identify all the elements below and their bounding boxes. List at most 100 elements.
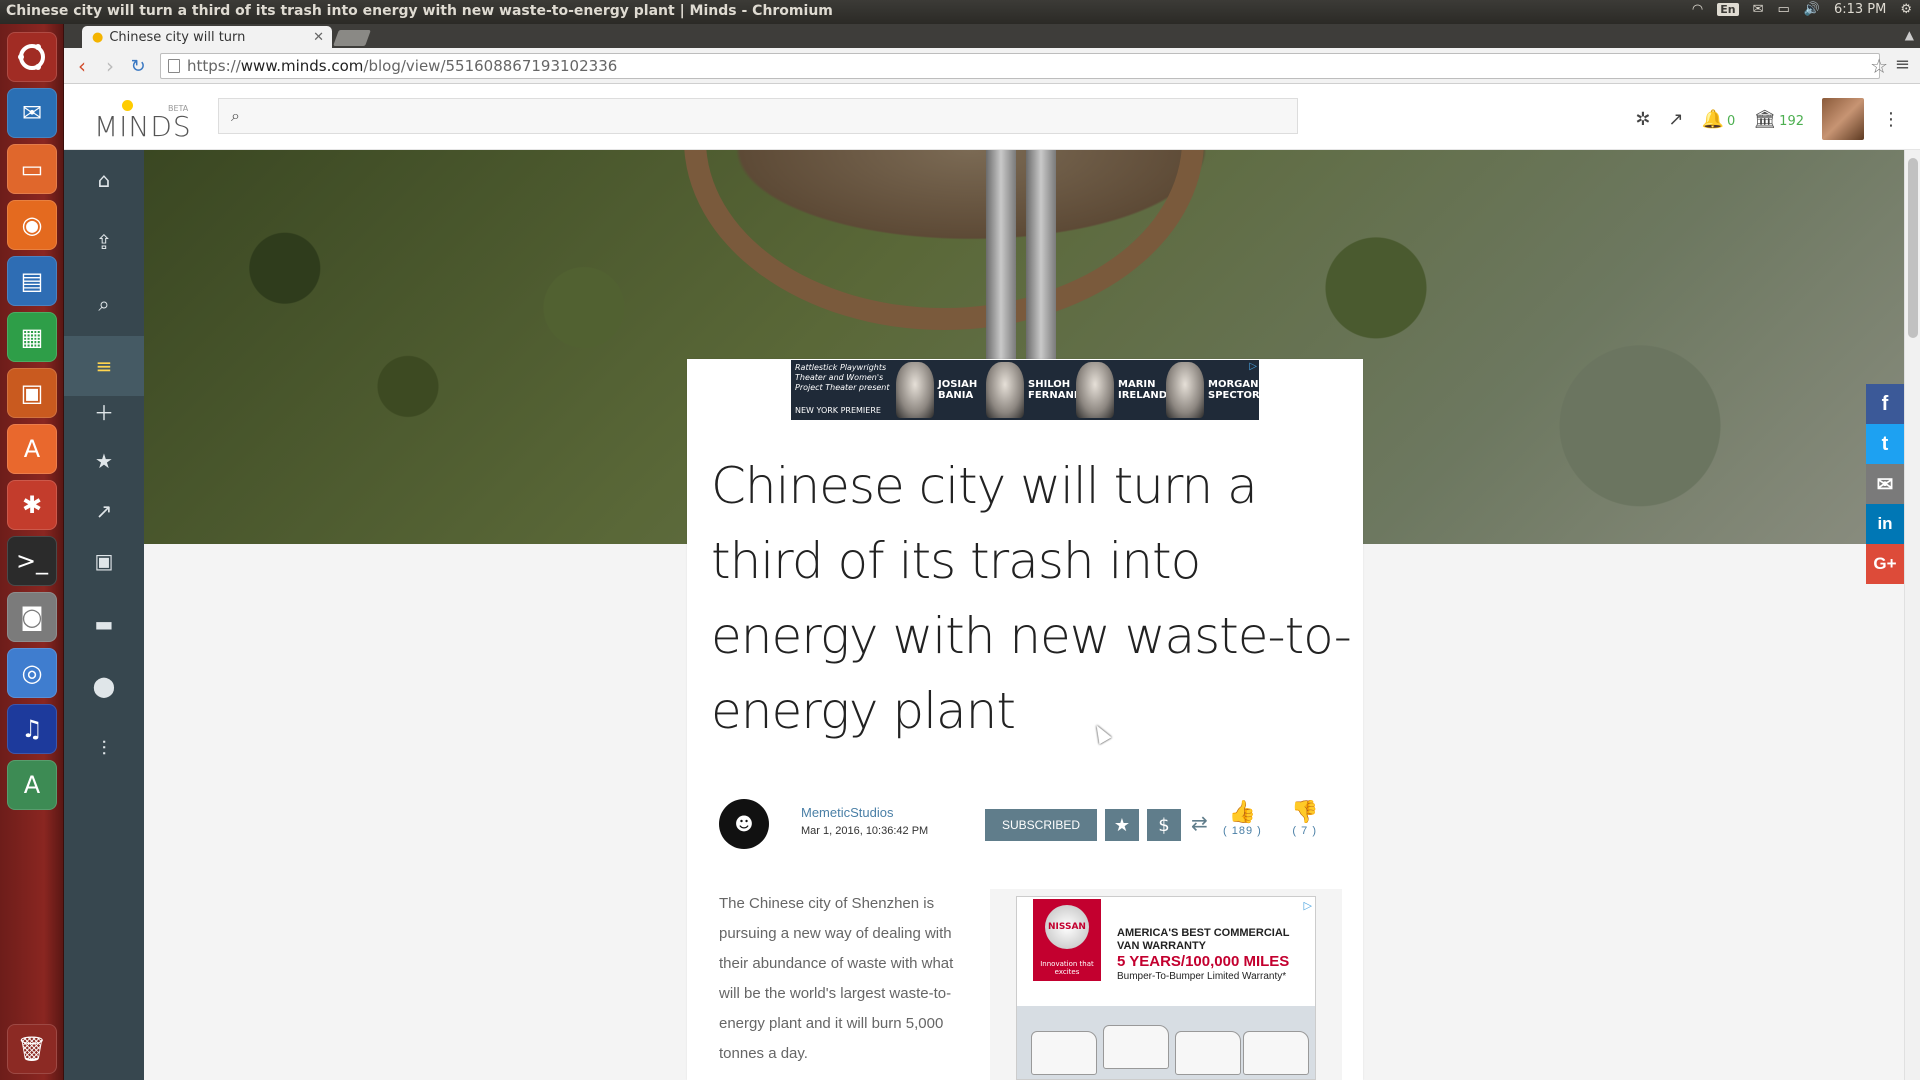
thumbs-up-button[interactable]: 👍 ( 189 ) <box>1223 799 1262 837</box>
star-icon: ★ <box>1113 814 1131 836</box>
subscribed-button[interactable]: SUBSCRIBED <box>985 809 1097 841</box>
more-vertical-icon[interactable]: ⋮ <box>1882 109 1900 130</box>
clock[interactable]: 6:13 PM <box>1834 2 1886 17</box>
ubuntu-logo-icon[interactable] <box>7 32 57 82</box>
settings-wrench-icon[interactable]: ✱ <box>7 480 57 530</box>
linkedin-share-button[interactable]: in <box>1866 504 1904 544</box>
trash-icon[interactable]: 🗑 <box>7 1024 57 1074</box>
keyboard-layout[interactable]: En <box>1717 3 1739 16</box>
remind-icon[interactable]: ⇄ <box>1191 811 1208 835</box>
system-tray: ◠ En ✉ ▭ 🔊 6:13 PM ⚙ <box>1692 2 1912 17</box>
featured-star-icon[interactable]: ★ <box>64 436 144 486</box>
scrollbar-thumb[interactable] <box>1908 158 1918 338</box>
bookmark-star-icon[interactable]: ☆ <box>1870 54 1888 78</box>
trending-sidebar-icon[interactable]: ↗ <box>64 486 144 536</box>
nissan-ad[interactable]: NISSAN Innovation that excites AMERICA'S… <box>1016 896 1316 1080</box>
create-plus-icon[interactable]: ＋ <box>64 386 144 436</box>
facebook-share-button[interactable]: f <box>1866 384 1904 424</box>
adchoices-icon[interactable]: ▷ <box>1249 361 1257 372</box>
page-scrollbar[interactable] <box>1904 150 1920 1080</box>
chromium-icon[interactable]: ◎ <box>7 648 57 698</box>
system-top-panel: Chinese city will turn a third of its tr… <box>0 0 1920 24</box>
top-banner-ad[interactable]: Rattlestick Playwrights Theater and Wome… <box>791 360 1259 420</box>
ad-line-3: Bumper-To-Bumper Limited Warranty* <box>1117 971 1287 982</box>
van-image <box>1243 1031 1309 1075</box>
header-actions: ✲ ↗ 🔔 0 🏛 192 ⋮ <box>1635 98 1900 140</box>
mail-icon[interactable]: ✉ <box>1753 2 1764 17</box>
bank-icon: 🏛 <box>1753 108 1777 130</box>
author-name[interactable]: MemeticStudios <box>801 805 893 820</box>
session-gear-icon[interactable]: ⚙ <box>1900 2 1912 17</box>
twitter-share-button[interactable]: t <box>1866 424 1904 464</box>
logo-beta: BETA <box>168 104 189 113</box>
minds-header: MINDS BETA ⌕ ✲ ↗ 🔔 0 🏛 192 ⋮ <box>64 84 1920 150</box>
messenger-icon[interactable]: ▬ <box>64 594 144 654</box>
ad-presenter-text: Rattlestick Playwrights Theater and Wome… <box>795 363 890 392</box>
writer-icon[interactable]: ▤ <box>7 256 57 306</box>
thumbs-down-icon: 👎 <box>1291 799 1319 824</box>
nissan-logo: NISSAN Innovation that excites <box>1033 899 1101 981</box>
wallet-button[interactable]: 🏛 192 <box>1753 109 1804 130</box>
address-bar[interactable]: https://www.minds.com/blog/view/55160886… <box>160 53 1880 79</box>
back-icon[interactable]: ‹ <box>70 54 94 78</box>
search-box[interactable]: ⌕ <box>218 98 1298 134</box>
url-scheme: https:// <box>187 57 241 75</box>
search-sidebar-icon[interactable]: ⌕ <box>64 274 144 334</box>
terminal-icon[interactable]: >_ <box>7 536 57 586</box>
logo-text: MINDS <box>94 110 192 143</box>
wifi-icon[interactable]: ◠ <box>1692 2 1703 17</box>
channels-icon[interactable]: ⬤ <box>64 656 144 716</box>
volume-icon[interactable]: 🔊 <box>1804 2 1820 17</box>
actor-photo <box>896 362 934 418</box>
browser-menu-icon[interactable]: ≡ <box>1895 54 1910 75</box>
bell-icon: 🔔 <box>1701 108 1725 130</box>
trending-icon[interactable]: ↗ <box>1669 109 1684 130</box>
software-updater-icon[interactable]: A <box>7 760 57 810</box>
dollar-icon: $ <box>1158 814 1170 836</box>
article-body: The Chinese city of Shenzhen is pursuing… <box>719 895 954 1062</box>
software-center-icon[interactable]: A <box>7 424 57 474</box>
minds-logo[interactable]: MINDS BETA <box>94 96 194 143</box>
feature-star-button[interactable]: ★ <box>1105 809 1139 841</box>
new-tab-button[interactable] <box>333 30 371 46</box>
actor-name: JOSIAH BANIA <box>938 379 978 401</box>
forward-icon[interactable]: › <box>98 54 122 78</box>
notifications-button[interactable]: 🔔 0 <box>1702 109 1736 130</box>
browser-tab[interactable]: ● Chinese city will turn ✕ <box>82 26 332 48</box>
googleplus-share-button[interactable]: G+ <box>1866 544 1904 584</box>
firefox-icon[interactable]: ◉ <box>7 200 57 250</box>
email-share-button[interactable]: ✉ <box>1866 464 1904 504</box>
camera-icon[interactable]: ◙ <box>7 592 57 642</box>
minds-sidebar: ⌂ ⇪ ⌕ ≡ ＋ ★ ↗ ▣ ▬ ⬤ ⫶ <box>64 150 144 1080</box>
adchoices-icon[interactable]: ▷ <box>1304 899 1312 912</box>
thunderbird-icon[interactable]: ✉ <box>7 88 57 138</box>
bug-report-icon[interactable]: ✲ <box>1635 109 1650 130</box>
thumbs-up-count: ( 189 ) <box>1223 825 1262 837</box>
thumbs-down-button[interactable]: 👎 ( 7 ) <box>1291 799 1318 837</box>
groups-icon[interactable]: ▣ <box>64 536 144 586</box>
tab-title: Chinese city will turn <box>109 29 246 45</box>
wire-button[interactable]: $ <box>1147 809 1181 841</box>
actor-photo <box>986 362 1024 418</box>
plant-roof <box>684 150 1204 330</box>
url-host: www.minds.com <box>240 57 364 75</box>
calc-icon[interactable]: ▦ <box>7 312 57 362</box>
window-restore-icon[interactable]: ▲ <box>1905 28 1914 42</box>
author-avatar[interactable]: ☻ <box>719 799 769 849</box>
user-avatar[interactable] <box>1822 98 1864 140</box>
settings-sliders-icon[interactable]: ⫶ <box>64 718 144 778</box>
tab-close-icon[interactable]: ✕ <box>313 30 324 45</box>
files-icon[interactable]: ▭ <box>7 144 57 194</box>
ad-line-2: 5 YEARS/100,000 MILES <box>1117 953 1290 970</box>
thumbs-up-icon: 👍 <box>1228 799 1257 824</box>
search-input[interactable] <box>249 106 1250 126</box>
upload-icon[interactable]: ⇪ <box>64 212 144 272</box>
post-date: Mar 1, 2016, 10:36:42 PM <box>801 825 929 837</box>
battery-icon[interactable]: ▭ <box>1777 2 1789 17</box>
impress-icon[interactable]: ▣ <box>7 368 57 418</box>
home-icon[interactable]: ⌂ <box>64 150 144 210</box>
actor-name: MARIN IRELAND <box>1118 379 1168 401</box>
reload-icon[interactable]: ↻ <box>126 54 150 78</box>
audacity-icon[interactable]: ♫ <box>7 704 57 754</box>
search-icon: ⌕ <box>231 106 240 125</box>
